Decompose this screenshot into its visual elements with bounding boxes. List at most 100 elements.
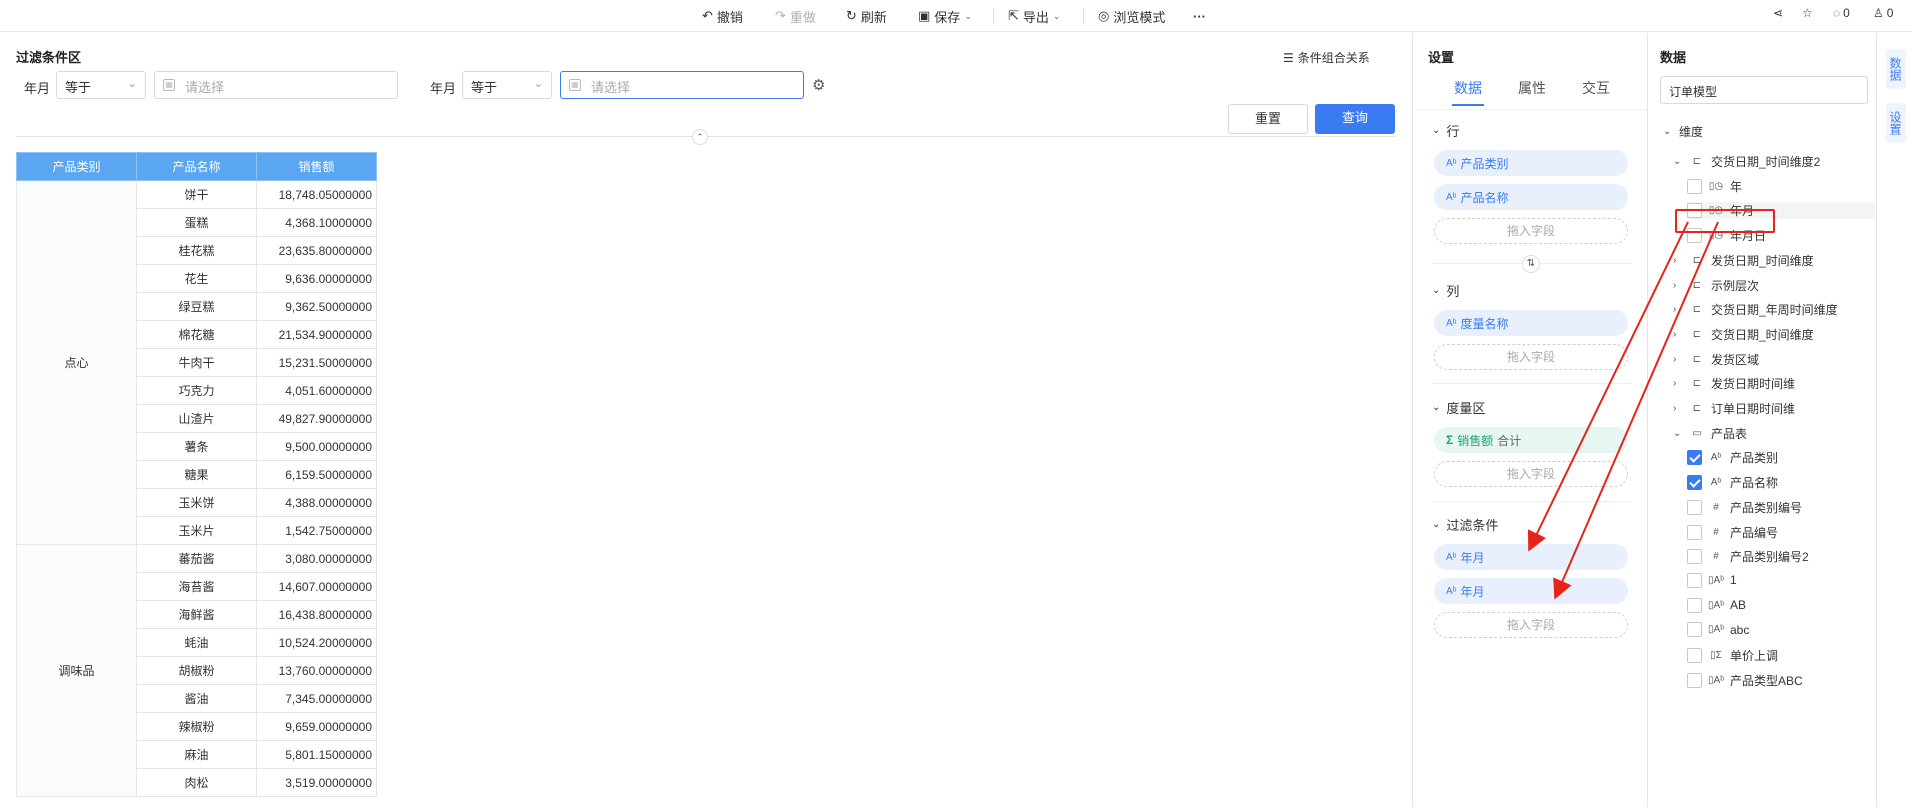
swap-icon[interactable]: ⇅ (1522, 255, 1540, 273)
tree-node[interactable]: Aᵇ 产品类别 (1687, 449, 1778, 466)
side-tab-data[interactable]: 数据 (1886, 49, 1906, 89)
chevron-right-icon[interactable]: › (1673, 354, 1683, 365)
chevron-down-icon[interactable]: ⌄ (1673, 428, 1683, 439)
drop-zone[interactable]: 拖入字段 (1434, 218, 1628, 244)
section-rows[interactable]: ⌄ 行 (1432, 121, 1459, 140)
sales-cell[interactable]: 15,231.50000000 (256, 348, 377, 377)
category-cell[interactable]: 调味品 (16, 544, 137, 797)
tab-interaction[interactable]: 交互 (1582, 78, 1610, 98)
tree-node[interactable]: ▯Aᵇ AB (1687, 597, 1746, 613)
model-select[interactable]: 订单模型 (1660, 76, 1868, 104)
chevron-down-icon[interactable]: ⌄ (1673, 156, 1683, 167)
tab-properties[interactable]: 属性 (1518, 78, 1546, 98)
settings-gear-icon[interactable]: ⚙ (812, 76, 825, 94)
sales-cell[interactable]: 9,636.00000000 (256, 264, 377, 293)
undo-button[interactable]: ↶ 撤销 (702, 6, 743, 26)
product-name-cell[interactable]: 花生 (136, 264, 257, 293)
product-name-cell[interactable]: 桂花糕 (136, 236, 257, 265)
drop-zone[interactable]: 拖入字段 (1434, 344, 1628, 370)
checkbox[interactable] (1687, 499, 1702, 515)
chevron-right-icon[interactable]: › (1673, 329, 1683, 340)
tree-node[interactable]: # 产品编号 (1687, 524, 1778, 541)
sales-cell[interactable]: 4,051.60000000 (256, 376, 377, 405)
comments-button[interactable]: ◌ 0 (1833, 6, 1850, 20)
sales-cell[interactable]: 9,362.50000000 (256, 292, 377, 321)
sales-cell[interactable]: 49,827.90000000 (256, 404, 377, 433)
product-name-cell[interactable]: 薯条 (136, 432, 257, 461)
sales-cell[interactable]: 4,368.10000000 (256, 208, 377, 237)
tree-node[interactable]: › ⊏ 发货日期时间维 (1673, 375, 1795, 392)
sales-cell[interactable]: 9,659.00000000 (256, 712, 377, 741)
tree-node[interactable]: › ⊏ 示例层次 (1673, 277, 1759, 294)
chevron-right-icon[interactable]: › (1673, 378, 1683, 389)
sales-cell[interactable]: 18,748.05000000 (256, 180, 377, 209)
checkbox[interactable] (1687, 572, 1702, 588)
export-button[interactable]: ⇱ 导出 ⌄ (1008, 6, 1060, 26)
query-button[interactable]: 查询 (1315, 104, 1395, 134)
category-cell[interactable]: 点心 (16, 180, 137, 545)
side-tab-settings[interactable]: 设置 (1886, 103, 1906, 143)
product-name-cell[interactable]: 玉米片 (136, 516, 257, 545)
column-header[interactable]: 产品类别 (16, 152, 137, 181)
section-measures[interactable]: ⌄ 度量区 (1432, 398, 1485, 417)
checkbox[interactable] (1687, 648, 1702, 663)
sales-cell[interactable]: 10,524.20000000 (256, 628, 377, 657)
filter-field-chip[interactable]: Aᵇ 年月 (1434, 578, 1628, 604)
checkbox[interactable] (1687, 549, 1702, 565)
tree-node[interactable]: › ⊏ 交货日期_时间维度 (1673, 326, 1814, 343)
tab-data[interactable]: 数据 (1454, 78, 1482, 98)
tree-node[interactable]: Aᵇ 产品名称 (1687, 474, 1778, 491)
product-name-cell[interactable]: 海苔酱 (136, 572, 257, 601)
product-name-cell[interactable]: 蛋糕 (136, 208, 257, 237)
tree-node[interactable]: ▯Aᵇ 1 (1687, 572, 1737, 588)
product-name-cell[interactable]: 玉米饼 (136, 488, 257, 517)
sales-cell[interactable]: 1,542.75000000 (256, 516, 377, 545)
tree-node[interactable]: › ⊏ 发货区域 (1673, 351, 1759, 368)
checkbox[interactable] (1687, 622, 1702, 638)
product-name-cell[interactable]: 胡椒粉 (136, 656, 257, 685)
product-name-cell[interactable]: 辣椒粉 (136, 712, 257, 741)
column-header[interactable]: 销售额 (256, 152, 377, 181)
sales-cell[interactable]: 7,345.00000000 (256, 684, 377, 713)
tree-node[interactable]: ▯Aᵇ abc (1687, 622, 1749, 638)
sales-cell[interactable]: 3,519.00000000 (256, 768, 377, 797)
sales-cell[interactable]: 23,635.80000000 (256, 236, 377, 265)
checkbox[interactable] (1687, 450, 1702, 466)
more-button[interactable]: ··· (1193, 6, 1206, 26)
share-button[interactable]: ⋖ (1773, 6, 1783, 20)
chevron-right-icon[interactable]: › (1673, 403, 1683, 414)
measure-field-chip[interactable]: Σ 销售额 合计 (1434, 427, 1628, 453)
browse-mode-button[interactable]: ◎ 浏览模式 (1098, 6, 1165, 26)
product-name-cell[interactable]: 蚝油 (136, 628, 257, 657)
reset-button[interactable]: 重置 (1228, 104, 1308, 134)
product-name-cell[interactable]: 山渣片 (136, 404, 257, 433)
section-columns[interactable]: ⌄ 列 (1432, 281, 1459, 300)
product-name-cell[interactable]: 蕃茄酱 (136, 544, 257, 573)
refresh-button[interactable]: ↻ 刷新 (846, 6, 887, 26)
row-field-chip[interactable]: Aᵇ 产品名称 (1434, 184, 1628, 210)
column-header[interactable]: 产品名称 (136, 152, 257, 181)
checkbox[interactable] (1687, 524, 1702, 540)
date-picker-input[interactable]: ▦ 请选择 (154, 71, 398, 99)
chevron-right-icon[interactable]: › (1673, 255, 1683, 266)
filter-field-chip[interactable]: Aᵇ 年月 (1434, 544, 1628, 570)
column-field-chip[interactable]: Aᵇ 度量名称 (1434, 310, 1628, 336)
sales-cell[interactable]: 4,388.00000000 (256, 488, 377, 517)
section-filters[interactable]: ⌄ 过滤条件 (1432, 515, 1498, 534)
collapse-chevron-icon[interactable]: ⌃ (692, 129, 708, 145)
product-name-cell[interactable]: 糖果 (136, 460, 257, 489)
tree-node[interactable]: # 产品类别编号 (1687, 499, 1802, 516)
row-field-chip[interactable]: Aᵇ 产品类别 (1434, 150, 1628, 176)
sales-cell[interactable]: 3,080.00000000 (256, 544, 377, 573)
operator-select[interactable]: 等于 ⌄ (56, 71, 146, 99)
tree-node[interactable]: › ⊏ 发货日期_时间维度 (1673, 252, 1814, 269)
sales-cell[interactable]: 13,760.00000000 (256, 656, 377, 685)
sales-cell[interactable]: 6,159.50000000 (256, 460, 377, 489)
chevron-right-icon[interactable]: › (1673, 304, 1683, 315)
tree-node[interactable]: ⌄ ▭ 产品表 (1673, 425, 1747, 442)
sales-cell[interactable]: 21,534.90000000 (256, 320, 377, 349)
checkbox[interactable] (1687, 178, 1702, 194)
tree-node[interactable]: ▯Σ 单价上调 (1687, 647, 1778, 664)
like-button[interactable]: ♙ 0 (1873, 6, 1893, 20)
product-name-cell[interactable]: 麻油 (136, 740, 257, 769)
